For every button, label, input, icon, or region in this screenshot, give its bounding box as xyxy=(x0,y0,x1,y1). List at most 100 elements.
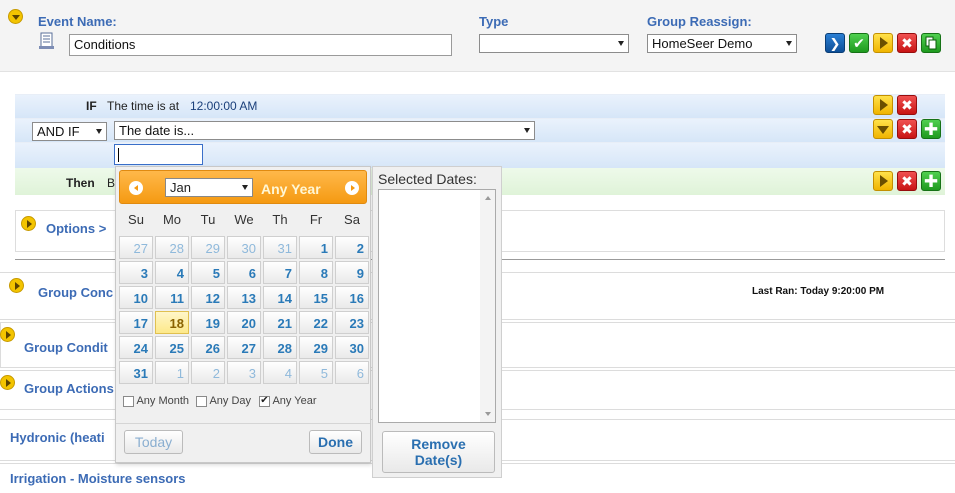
expand-options-icon[interactable] xyxy=(21,216,36,231)
selected-dates-list[interactable] xyxy=(378,189,496,423)
and-if-collapse-button[interactable] xyxy=(873,119,893,139)
calendar-day[interactable]: 30 xyxy=(335,336,369,359)
year-label[interactable]: Any Year xyxy=(261,181,321,197)
calendar-day[interactable]: 3 xyxy=(227,361,261,384)
and-if-select[interactable]: AND IF xyxy=(32,122,107,141)
any-month-checkbox[interactable] xyxy=(123,395,134,407)
options-link[interactable]: Options > xyxy=(46,221,106,236)
calendar-day[interactable]: 14 xyxy=(263,286,297,309)
group-row-3-label[interactable]: Group Actions xyxy=(24,381,114,396)
any-day-checkbox[interactable] xyxy=(196,395,207,407)
run-event-button[interactable]: ❯ xyxy=(825,33,845,53)
type-select[interactable] xyxy=(479,34,629,53)
next-month-icon[interactable] xyxy=(345,181,359,195)
delete-event-button[interactable]: ✖ xyxy=(897,33,917,53)
calendar-day-today[interactable]: 18 xyxy=(155,311,189,334)
calendar-day[interactable]: 29 xyxy=(191,236,225,259)
and-if-condition-select[interactable]: The date is... xyxy=(114,121,535,140)
collapse-event-icon[interactable] xyxy=(8,9,23,24)
month-select[interactable]: Jan xyxy=(165,178,253,197)
calendar-day[interactable]: 1 xyxy=(155,361,189,384)
calendar-day[interactable]: 19 xyxy=(191,311,225,334)
scroll-up-icon[interactable] xyxy=(484,196,491,200)
calendar-day[interactable]: 24 xyxy=(119,336,153,359)
calendar-day[interactable]: 15 xyxy=(299,286,333,309)
calendar-day[interactable]: 23 xyxy=(335,311,369,334)
any-day-option[interactable]: Any Day xyxy=(196,395,251,407)
if-label: IF xyxy=(86,99,97,113)
calendar-day[interactable]: 4 xyxy=(263,361,297,384)
calendar-day[interactable]: 31 xyxy=(119,361,153,384)
expand-group-icon[interactable] xyxy=(0,375,15,390)
scroll-down-icon[interactable] xyxy=(484,412,491,416)
and-if-delete-button[interactable]: ✖ xyxy=(897,119,917,139)
chevron-down-icon xyxy=(96,129,102,134)
group-row-1-label[interactable]: Group Conc xyxy=(38,285,113,300)
group-row-5-label[interactable]: Irrigation - Moisture sensors xyxy=(10,471,186,486)
chevron-down-icon xyxy=(786,41,792,46)
any-year-checkbox[interactable]: ✔ xyxy=(259,395,270,407)
calendar-day[interactable]: 17 xyxy=(119,311,153,334)
calendar-day[interactable]: 28 xyxy=(263,336,297,359)
previous-month-icon[interactable] xyxy=(129,181,143,195)
group-row-2-label[interactable]: Group Condit xyxy=(24,340,108,355)
calendar-day[interactable]: 10 xyxy=(119,286,153,309)
calendar-day[interactable]: 3 xyxy=(119,261,153,284)
calendar-day[interactable]: 26 xyxy=(191,336,225,359)
expand-group-icon[interactable] xyxy=(9,278,24,293)
calendar-day[interactable]: 4 xyxy=(155,261,189,284)
calendar-day[interactable]: 8 xyxy=(299,261,333,284)
list-scrollbar[interactable] xyxy=(480,190,495,422)
type-label: Type xyxy=(479,14,509,29)
calendar-day[interactable]: 30 xyxy=(227,236,261,259)
calendar-day[interactable]: 21 xyxy=(263,311,297,334)
calendar-day[interactable]: 27 xyxy=(227,336,261,359)
calendar-day[interactable]: 6 xyxy=(335,361,369,384)
and-if-value: AND IF xyxy=(37,124,80,139)
group-reassign-select[interactable]: HomeSeer Demo xyxy=(647,34,797,53)
calendar-day[interactable]: 27 xyxy=(119,236,153,259)
date-input[interactable] xyxy=(114,144,203,165)
calendar-day[interactable]: 25 xyxy=(155,336,189,359)
calendar-day[interactable]: 1 xyxy=(299,236,333,259)
calendar-day[interactable]: 5 xyxy=(299,361,333,384)
calendar-day[interactable]: 12 xyxy=(191,286,225,309)
group-row-4-label[interactable]: Hydronic (heati xyxy=(10,430,105,445)
if-time-value[interactable]: 12:00:00 AM xyxy=(190,99,257,113)
remove-dates-button[interactable]: Remove Date(s) xyxy=(382,431,495,473)
any-year-option[interactable]: ✔ Any Year xyxy=(259,395,317,407)
then-play-button[interactable] xyxy=(873,171,893,191)
any-month-option[interactable]: Any Month xyxy=(123,395,189,407)
calendar-day[interactable]: 16 xyxy=(335,286,369,309)
calendar-day[interactable]: 22 xyxy=(299,311,333,334)
calendar-day[interactable]: 2 xyxy=(191,361,225,384)
if-condition-text: The time is at xyxy=(107,99,180,113)
calendar-day[interactable]: 31 xyxy=(263,236,297,259)
and-if-add-button[interactable]: ✚ xyxy=(921,119,941,139)
calendar-day[interactable]: 2 xyxy=(335,236,369,259)
copy-event-button[interactable] xyxy=(921,33,941,53)
play-event-button[interactable] xyxy=(873,33,893,53)
today-button[interactable]: Today xyxy=(124,430,183,454)
copy-icon xyxy=(925,36,937,50)
event-name-input[interactable]: Conditions xyxy=(69,34,452,56)
calendar-day[interactable]: 5 xyxy=(191,261,225,284)
calendar-day[interactable]: 7 xyxy=(263,261,297,284)
done-button[interactable]: Done xyxy=(309,430,362,454)
if-play-button[interactable] xyxy=(873,95,893,115)
calendar-day[interactable]: 29 xyxy=(299,336,333,359)
then-add-button[interactable]: ✚ xyxy=(921,171,941,191)
chevron-down-icon xyxy=(524,128,530,133)
calendar-day[interactable]: 11 xyxy=(155,286,189,309)
calendar-day[interactable]: 28 xyxy=(155,236,189,259)
save-event-button[interactable]: ✔ xyxy=(849,33,869,53)
then-delete-button[interactable]: ✖ xyxy=(897,171,917,191)
chevron-down-icon xyxy=(877,126,889,134)
calendar-day[interactable]: 20 xyxy=(227,311,261,334)
expand-group-icon[interactable] xyxy=(0,327,15,342)
remove-dates-label-1: Remove xyxy=(411,436,466,452)
calendar-day[interactable]: 9 xyxy=(335,261,369,284)
if-delete-button[interactable]: ✖ xyxy=(897,95,917,115)
calendar-day[interactable]: 13 xyxy=(227,286,261,309)
calendar-day[interactable]: 6 xyxy=(227,261,261,284)
